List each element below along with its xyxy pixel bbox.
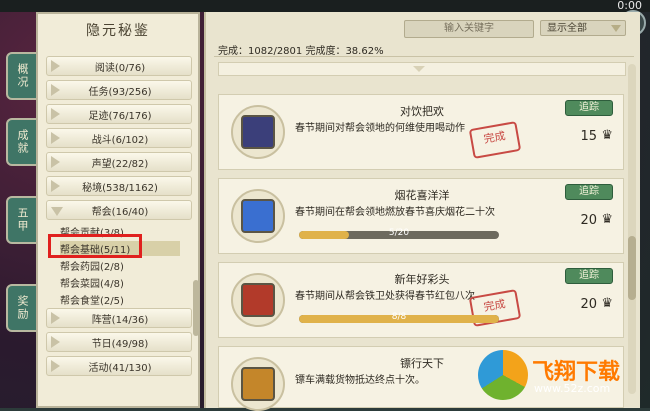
wine-cup-icon [241,115,275,149]
track-button[interactable]: 追踪 [565,100,613,116]
category-label: 节日(49/98) [91,339,149,350]
right-scrollbar-track[interactable] [628,64,636,394]
panel-title: 隐元秘鉴 [86,23,150,39]
track-button[interactable]: 追踪 [565,184,613,200]
reward-icon: ♛ [601,128,613,143]
chevron-down-icon [413,66,425,72]
category-label: 秘境(538/1162) [82,183,158,194]
category-panel: 隐元秘鉴 阅读(0/76) 任务(93/256) 足迹(76/176) 战斗(6… [36,12,200,408]
category-guild[interactable]: 帮会(16/40) [46,200,192,220]
category-festivals[interactable]: 节日(49/98) [46,332,192,352]
tab-overview[interactable]: 概况 [6,52,38,100]
achievement-desc: 镖车满载货物抵达终点十次。 [295,375,425,386]
category-label: 阵营(14/36) [91,315,149,326]
subcategory-guild-vegetable-garden[interactable]: 帮会菜园(4/8) [60,275,124,290]
treasure-chest-icon [241,367,275,401]
red-envelope-icon [241,283,275,317]
achievement-desc: 春节期间在帮会领地燃放春节喜庆烟花二十次 [295,207,495,218]
reward-points: 20 [580,297,597,312]
right-scrollbar-thumb[interactable] [628,236,636,300]
category-label: 声望(22/82) [91,159,149,170]
category-faction[interactable]: 阵营(14/36) [46,308,192,328]
site-watermark: 飞翔下载 www.52z.com [478,350,648,406]
category-label: 任务(93/256) [88,87,152,98]
category-combat[interactable]: 战斗(6/102) [46,128,192,148]
track-button[interactable]: 追踪 [565,268,613,284]
category-label: 足迹(76/176) [88,111,152,122]
achievement-card[interactable]: 烟花喜洋洋 春节期间在帮会领地燃放春节喜庆烟花二十次 追踪 5/20 20 ♛ [218,178,624,254]
category-events[interactable]: 活动(41/130) [46,356,192,376]
filter-value: 显示全部 [547,23,587,34]
category-dungeons[interactable]: 秘境(538/1162) [46,176,192,196]
chevron-down-icon [611,25,621,32]
achievement-card[interactable]: 新年好彩头 春节期间从帮会铁卫处获得春节红包八次 追踪 完成 8/8 20 ♛ [218,262,624,338]
progress-text: 8/8 [391,312,407,322]
tab-rewards[interactable]: 奖励 [6,284,38,332]
category-label: 战斗(6/102) [91,135,149,146]
achievement-desc: 春节期间从帮会铁卫处获得春节红包八次 [295,291,475,302]
category-label: 帮会(16/40) [91,207,149,218]
progress-text: 5/20 [388,228,410,238]
category-label: 阅读(0/76) [94,63,146,74]
site-logo-icon [478,350,528,400]
completed-stamp: 完成 [468,121,522,159]
subcategory-guild-herb-garden[interactable]: 帮会药园(2/8) [60,258,124,273]
reward-points: 15 [580,129,597,144]
top-bar: 0:00 [0,0,650,12]
tab-wujia[interactable]: 五甲 [6,196,38,244]
achievement-card[interactable]: 对饮把欢 春节期间对帮会领地的何维使用喝动作 追踪 完成 15 ♛ [218,94,624,170]
fireworks-icon [241,199,275,233]
reward-points: 20 [580,213,597,228]
tab-achievements[interactable]: 成就 [6,118,38,166]
category-reading[interactable]: 阅读(0/76) [46,56,192,76]
left-scrollbar[interactable] [193,280,199,336]
highlight-box [48,234,142,258]
watermark-url: www.52z.com [534,382,611,395]
category-footprints[interactable]: 足迹(76/176) [46,104,192,124]
search-input[interactable]: 输入关键字 [404,20,534,38]
divider [214,56,634,57]
reward-icon: ♛ [601,212,613,227]
collapsed-card[interactable] [218,62,626,76]
achievement-desc: 春节期间对帮会领地的何维使用喝动作 [295,123,465,134]
reward-icon: ♛ [601,296,613,311]
subcategory-guild-canteen[interactable]: 帮会食堂(2/5) [60,292,124,307]
category-reputation[interactable]: 声望(22/82) [46,152,192,172]
filter-dropdown[interactable]: 显示全部 [540,20,626,36]
completion-summary: 完成：1082/2801 完成度：38.62% [218,46,384,57]
category-label: 活动(41/130) [88,363,152,374]
category-quests[interactable]: 任务(93/256) [46,80,192,100]
achievement-list-panel: 输入关键字 显示全部 完成：1082/2801 完成度：38.62% 对饮把欢 … [204,12,640,411]
